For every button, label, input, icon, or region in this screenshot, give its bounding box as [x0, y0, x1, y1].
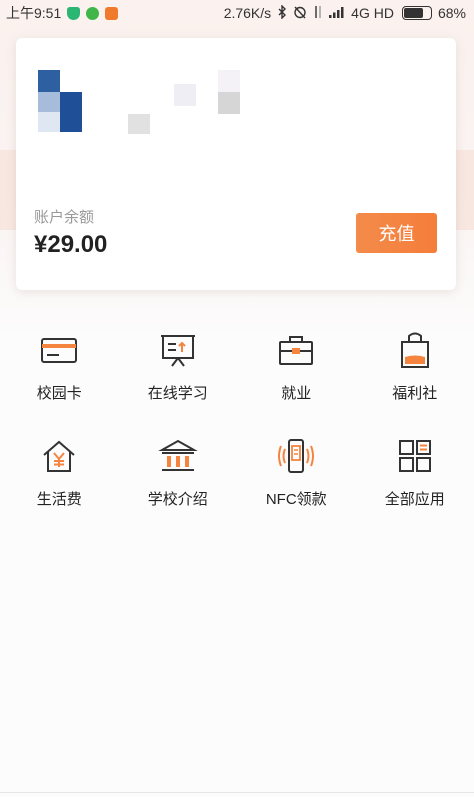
- shopping-bag-icon: [400, 332, 429, 368]
- apps-grid-icon: [398, 440, 431, 472]
- app-all-apps[interactable]: 全部应用: [356, 432, 474, 538]
- shield-app-icon: [67, 6, 81, 20]
- net-speed: 2.76K/s: [223, 5, 272, 21]
- bluetooth-icon: [277, 3, 287, 22]
- battery-level: [403, 8, 423, 18]
- app-welfare-shop[interactable]: 福利社: [356, 326, 474, 432]
- status-time: 上午9:51: [6, 5, 62, 21]
- network-type: 4G HD: [351, 5, 394, 21]
- status-bar: 上午9:51 2.76K/s 4G HD 68%: [0, 0, 474, 26]
- school-building-icon: [157, 439, 198, 471]
- app-grid: 校园卡 在线学习 就业 福利社 生活费 学校介绍 NFC领款 全部应用: [0, 326, 474, 538]
- nfc-phone-icon: [278, 439, 315, 473]
- alarm-off-icon: [293, 5, 307, 22]
- bottom-divider: [0, 792, 474, 793]
- balance-amount: ¥29.00: [34, 231, 108, 258]
- app-grid-row-1: 校园卡 在线学习 就业 福利社: [0, 326, 474, 432]
- app-label: 校园卡: [36, 385, 82, 402]
- school-logo: [38, 70, 258, 150]
- app-notify-icon: [105, 6, 119, 20]
- app-label: 福利社: [392, 385, 438, 402]
- balance-card: 账户余额 ¥29.00 充值: [16, 38, 456, 290]
- app-label: 全部应用: [384, 491, 445, 508]
- presentation-icon: [160, 335, 195, 367]
- signal-icon: [329, 5, 345, 21]
- app-label: 就业: [281, 385, 312, 402]
- app-school-intro[interactable]: 学校介绍: [119, 432, 238, 538]
- app-label: 学校介绍: [147, 491, 208, 508]
- app-online-learning[interactable]: 在线学习: [119, 326, 238, 432]
- data-arrows-icon: [313, 5, 323, 22]
- app-label: 在线学习: [147, 385, 208, 402]
- app-living-expenses[interactable]: 生活费: [0, 432, 119, 538]
- briefcase-icon: [279, 336, 314, 365]
- battery-icon: [401, 6, 432, 20]
- card-icon: [41, 338, 78, 363]
- app-employment[interactable]: 就业: [237, 326, 356, 432]
- app-label: NFC领款: [265, 491, 327, 508]
- battery-percent: 68%: [437, 5, 466, 21]
- app-label: 生活费: [36, 491, 82, 508]
- wechat-icon: [86, 6, 100, 20]
- app-nfc-payment[interactable]: NFC领款: [237, 432, 356, 538]
- balance-label: 账户余额: [34, 209, 95, 226]
- app-campus-card[interactable]: 校园卡: [0, 326, 119, 432]
- app-grid-row-2: 生活费 学校介绍 NFC领款 全部应用: [0, 432, 474, 538]
- recharge-button[interactable]: 充值: [356, 213, 437, 253]
- yuan-house-icon: [43, 440, 75, 472]
